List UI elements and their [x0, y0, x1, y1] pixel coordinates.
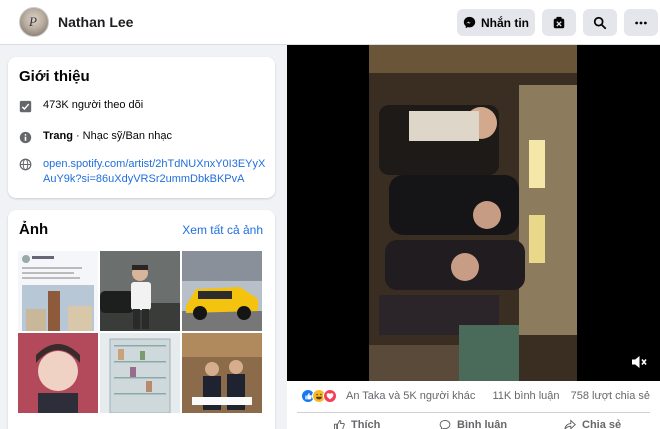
photo-thumbnail[interactable] — [18, 251, 98, 331]
portrait-image — [18, 333, 98, 413]
page-type: Trang — [43, 130, 73, 142]
page-shield-button[interactable] — [542, 9, 576, 36]
yellow-car-image — [182, 251, 262, 331]
share-count[interactable]: 758 lượt chia sẻ — [571, 390, 650, 402]
page-name[interactable]: Nathan Lee — [58, 14, 133, 30]
page-category: · Nhạc sỹ/Ban nhạc — [75, 130, 172, 142]
photos-title: Ảnh — [19, 221, 49, 238]
search-icon — [593, 16, 607, 29]
photo-thumbnail[interactable] — [182, 251, 262, 331]
reaction-icons[interactable] — [301, 389, 337, 403]
globe-icon — [19, 158, 32, 171]
intro-title: Giới thiệu — [19, 68, 90, 85]
shop-display-image — [100, 333, 180, 413]
spotify-link[interactable]: open.spotify.com/artist/2hTdNUXnxY0I3EYy… — [43, 157, 268, 187]
more-button[interactable] — [624, 9, 658, 36]
website-row: open.spotify.com/artist/2hTdNUXnxY0I3EYy… — [19, 157, 268, 187]
messenger-icon — [463, 16, 476, 29]
search-button[interactable] — [583, 9, 617, 36]
divider — [297, 412, 650, 413]
like-button[interactable]: Thích — [333, 419, 380, 429]
award-event-image — [182, 333, 262, 413]
message-button[interactable]: Nhắn tin — [457, 9, 535, 36]
post-footer: An Taka và 5K người khác 11K bình luận 7… — [287, 381, 660, 429]
video-scene-image — [369, 45, 577, 381]
avatar[interactable] — [19, 7, 49, 37]
info-icon — [19, 131, 32, 144]
comment-count[interactable]: 11K bình luận — [492, 390, 559, 402]
like-icon — [334, 420, 345, 429]
followers-row: 473K người theo dõi — [19, 99, 143, 113]
photo-thumbnail[interactable] — [182, 333, 262, 413]
see-all-photos-link[interactable]: Xem tất cả ảnh — [182, 223, 263, 237]
photo-thumbnail[interactable] — [100, 251, 180, 331]
post-screenshot-image — [18, 251, 98, 331]
video-frame — [369, 45, 577, 381]
man-with-car-image — [100, 251, 180, 331]
message-button-label: Nhắn tin — [481, 15, 529, 30]
page-type-row: Trang · Nhạc sỹ/Ban nhạc — [19, 130, 172, 144]
photo-thumbnail[interactable] — [100, 333, 180, 413]
page-header: Nathan Lee Nhắn tin — [0, 0, 660, 45]
like-label: Thích — [351, 419, 381, 429]
comment-button[interactable]: Bình luận — [439, 419, 507, 429]
volume-muted-icon[interactable] — [630, 353, 648, 371]
comment-label: Bình luận — [457, 419, 508, 429]
share-label: Chia sẻ — [582, 419, 622, 429]
comment-icon — [439, 420, 451, 429]
share-button[interactable]: Chia sẻ — [564, 419, 621, 429]
more-icon — [635, 21, 647, 24]
post-stats: 11K bình luận 758 lượt chia sẻ — [484, 390, 650, 402]
reaction-summary[interactable]: An Taka và 5K người khác — [346, 390, 475, 402]
followers-count: 473K người theo dõi — [43, 99, 144, 111]
share-icon — [564, 419, 576, 429]
photo-thumbnail[interactable] — [18, 333, 98, 413]
shield-icon — [553, 16, 565, 28]
love-reaction-icon — [323, 389, 337, 403]
photos-card: Ảnh Xem tất cả ảnh — [8, 210, 275, 429]
checkbox-icon — [19, 100, 32, 113]
video-player[interactable] — [287, 45, 660, 381]
